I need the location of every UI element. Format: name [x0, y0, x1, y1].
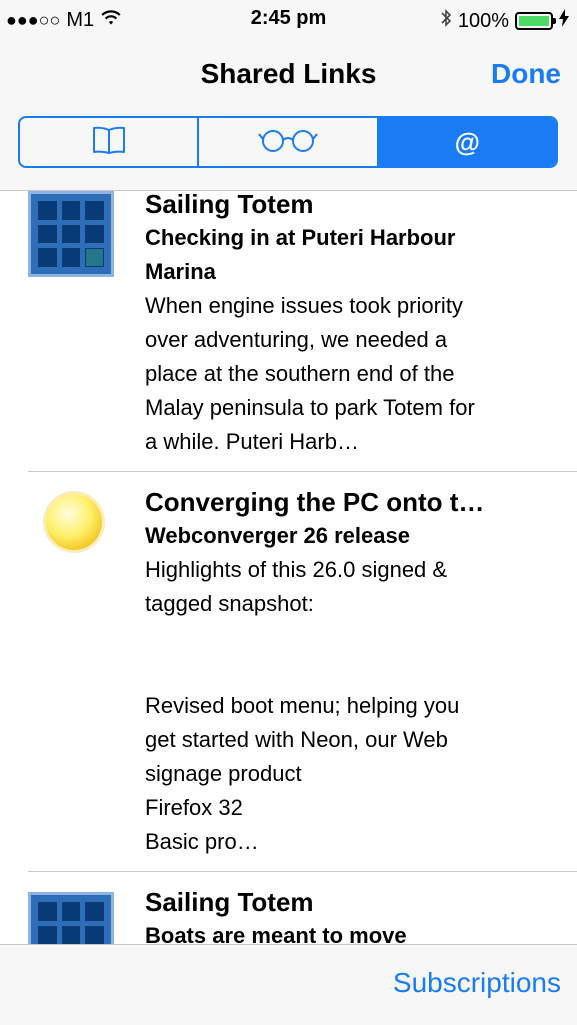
item-site-name: Sailing Totem	[145, 887, 314, 917]
grid-thumbnail-icon	[28, 892, 114, 944]
item-excerpt: When engine issues took priority over ad…	[145, 293, 475, 454]
status-right: 100%	[440, 8, 569, 34]
bluetooth-icon	[440, 8, 452, 34]
battery-icon	[515, 12, 556, 30]
item-headline: Webconverger 26 release	[145, 523, 410, 548]
segmented-control-bar: @	[0, 108, 577, 191]
glasses-icon	[256, 126, 320, 159]
item-excerpt: Highlights of this 26.0 signed & tagged …	[145, 557, 460, 854]
grid-thumbnail-icon	[28, 191, 114, 277]
status-bar: ●●●○○ M1 2:45 pm 100%	[0, 0, 577, 38]
battery-level	[519, 16, 549, 26]
list-item[interactable]: Sailing Totem Checking in at Puteri Harb…	[28, 190, 577, 472]
tab-reading-list[interactable]	[199, 118, 379, 166]
battery-percent: 100%	[457, 9, 509, 32]
item-site-name: Sailing Totem	[145, 190, 314, 219]
item-site-name: Converging the PC onto t…	[145, 487, 485, 517]
tab-shared-links[interactable]: @	[378, 118, 556, 166]
list-item[interactable]: Converging the PC onto t… Webconverger 2…	[28, 472, 577, 872]
segmented-control: @	[18, 116, 558, 168]
navigation-bar: Shared Links Done	[0, 38, 577, 118]
shared-links-list[interactable]: Sailing Totem Checking in at Puteri Harb…	[0, 190, 577, 944]
item-headline: Checking in at Puteri Harbour	[145, 225, 456, 250]
bottom-toolbar: Subscriptions	[0, 944, 577, 1025]
tab-bookmarks[interactable]	[20, 118, 200, 166]
sun-icon	[38, 486, 110, 558]
list-item[interactable]: Sailing Totem Boats are meant to move	[28, 872, 577, 944]
subscriptions-button[interactable]: Subscriptions	[393, 967, 561, 999]
done-button[interactable]: Done	[491, 58, 561, 90]
book-icon	[89, 125, 129, 160]
at-icon: @	[454, 126, 480, 157]
item-headline: Boats are meant to move	[145, 923, 407, 944]
charging-icon	[559, 9, 569, 33]
item-headline-continued: Marina	[145, 259, 216, 284]
